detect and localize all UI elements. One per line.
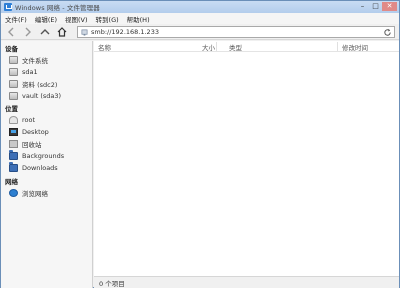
location-bar[interactable]	[77, 26, 395, 38]
status-text: 0 个项目	[99, 279, 125, 288]
menu-go[interactable]: 转到(G)	[96, 14, 119, 24]
sidebar: 设备 文件系统 sda1 资料 (sdc2) vault (sda3) 位置 r…	[1, 41, 93, 288]
column-header-modified[interactable]: 修改时间	[342, 42, 368, 52]
folder-icon	[9, 149, 18, 160]
home-button[interactable]	[55, 25, 69, 39]
menu-bar: 文件(F) 编辑(E) 视图(V) 转到(G) 帮助(H)	[1, 13, 399, 24]
drive-icon	[9, 67, 18, 76]
back-button[interactable]	[4, 25, 18, 39]
network-location-icon	[81, 29, 88, 36]
toolbar	[1, 24, 399, 40]
maximize-button[interactable]: □	[369, 2, 382, 11]
drive-icon	[9, 55, 18, 64]
sidebar-item-root[interactable]: root	[9, 114, 35, 125]
sidebar-item-label: 资料 (sdc2)	[22, 80, 58, 89]
chevron-left-icon	[8, 27, 14, 36]
menu-view[interactable]: 视图(V)	[65, 14, 88, 24]
sidebar-item-label: 文件系统	[22, 56, 48, 65]
sidebar-item-browse-network[interactable]: 浏览网络	[9, 187, 48, 198]
column-header-name[interactable]: 名称	[98, 42, 111, 52]
file-manager-window: Windows 网络 - 文件管理器 – □ ✕ 文件(F) 编辑(E) 视图(…	[0, 0, 400, 288]
sidebar-item-sda1[interactable]: sda1	[9, 66, 38, 77]
sidebar-item-backgrounds[interactable]: Backgrounds	[9, 149, 65, 161]
sidebar-heading-places: 位置	[5, 105, 18, 113]
sidebar-item-sdc2[interactable]: 资料 (sdc2)	[9, 78, 57, 89]
menu-edit[interactable]: 编辑(E)	[35, 14, 57, 24]
sidebar-item-label: Downloads	[22, 163, 58, 172]
reload-icon[interactable]	[383, 28, 392, 37]
column-header-size[interactable]: 大小	[202, 42, 215, 52]
forward-button[interactable]	[21, 25, 35, 39]
network-icon	[9, 188, 18, 197]
column-divider[interactable]	[337, 42, 338, 51]
sidebar-item-trash[interactable]: 回收站	[9, 138, 42, 149]
title-bar[interactable]: Windows 网络 - 文件管理器 – □ ✕	[1, 1, 399, 13]
folder-icon	[9, 161, 18, 172]
chevron-up-icon	[40, 28, 50, 34]
close-button[interactable]: ✕	[382, 2, 397, 11]
sidebar-item-desktop[interactable]: Desktop	[9, 126, 49, 137]
drive-icon	[9, 91, 18, 100]
sidebar-item-sda3[interactable]: vault (sda3)	[9, 90, 61, 101]
sidebar-item-filesystem[interactable]: 文件系统	[9, 54, 48, 65]
menu-help[interactable]: 帮助(H)	[127, 14, 150, 24]
window-title: Windows 网络 - 文件管理器	[15, 4, 100, 12]
desktop-icon	[9, 127, 18, 136]
up-button[interactable]	[38, 25, 52, 39]
sidebar-item-label: sda1	[22, 67, 38, 76]
column-headers: 名称 大小 类型 修改时间	[94, 41, 399, 52]
column-header-type[interactable]: 类型	[229, 42, 242, 52]
home-icon	[57, 26, 67, 37]
minimize-button[interactable]: –	[356, 2, 369, 11]
sidebar-item-label: 回收站	[22, 140, 42, 149]
column-divider[interactable]	[216, 42, 217, 51]
file-manager-icon	[4, 3, 12, 11]
sidebar-item-label: 浏览网络	[22, 189, 48, 198]
drive-icon	[9, 79, 18, 88]
chevron-right-icon	[25, 27, 31, 36]
sidebar-heading-devices: 设备	[5, 45, 18, 53]
sidebar-item-label: Desktop	[22, 127, 49, 136]
trash-icon	[9, 139, 18, 148]
file-list[interactable]: 名称 大小 类型 修改时间	[94, 41, 399, 276]
home-icon	[9, 115, 18, 124]
menu-file[interactable]: 文件(F)	[5, 14, 27, 24]
sidebar-item-label: Backgrounds	[22, 151, 65, 160]
sidebar-heading-network: 网络	[5, 178, 18, 186]
status-bar: 0 个项目	[94, 276, 399, 288]
location-input[interactable]	[91, 28, 381, 36]
sidebar-item-label: root	[22, 115, 36, 124]
sidebar-item-downloads[interactable]: Downloads	[9, 161, 58, 173]
sidebar-item-label: vault (sda3)	[22, 91, 62, 100]
window-controls: – □ ✕	[356, 2, 397, 11]
